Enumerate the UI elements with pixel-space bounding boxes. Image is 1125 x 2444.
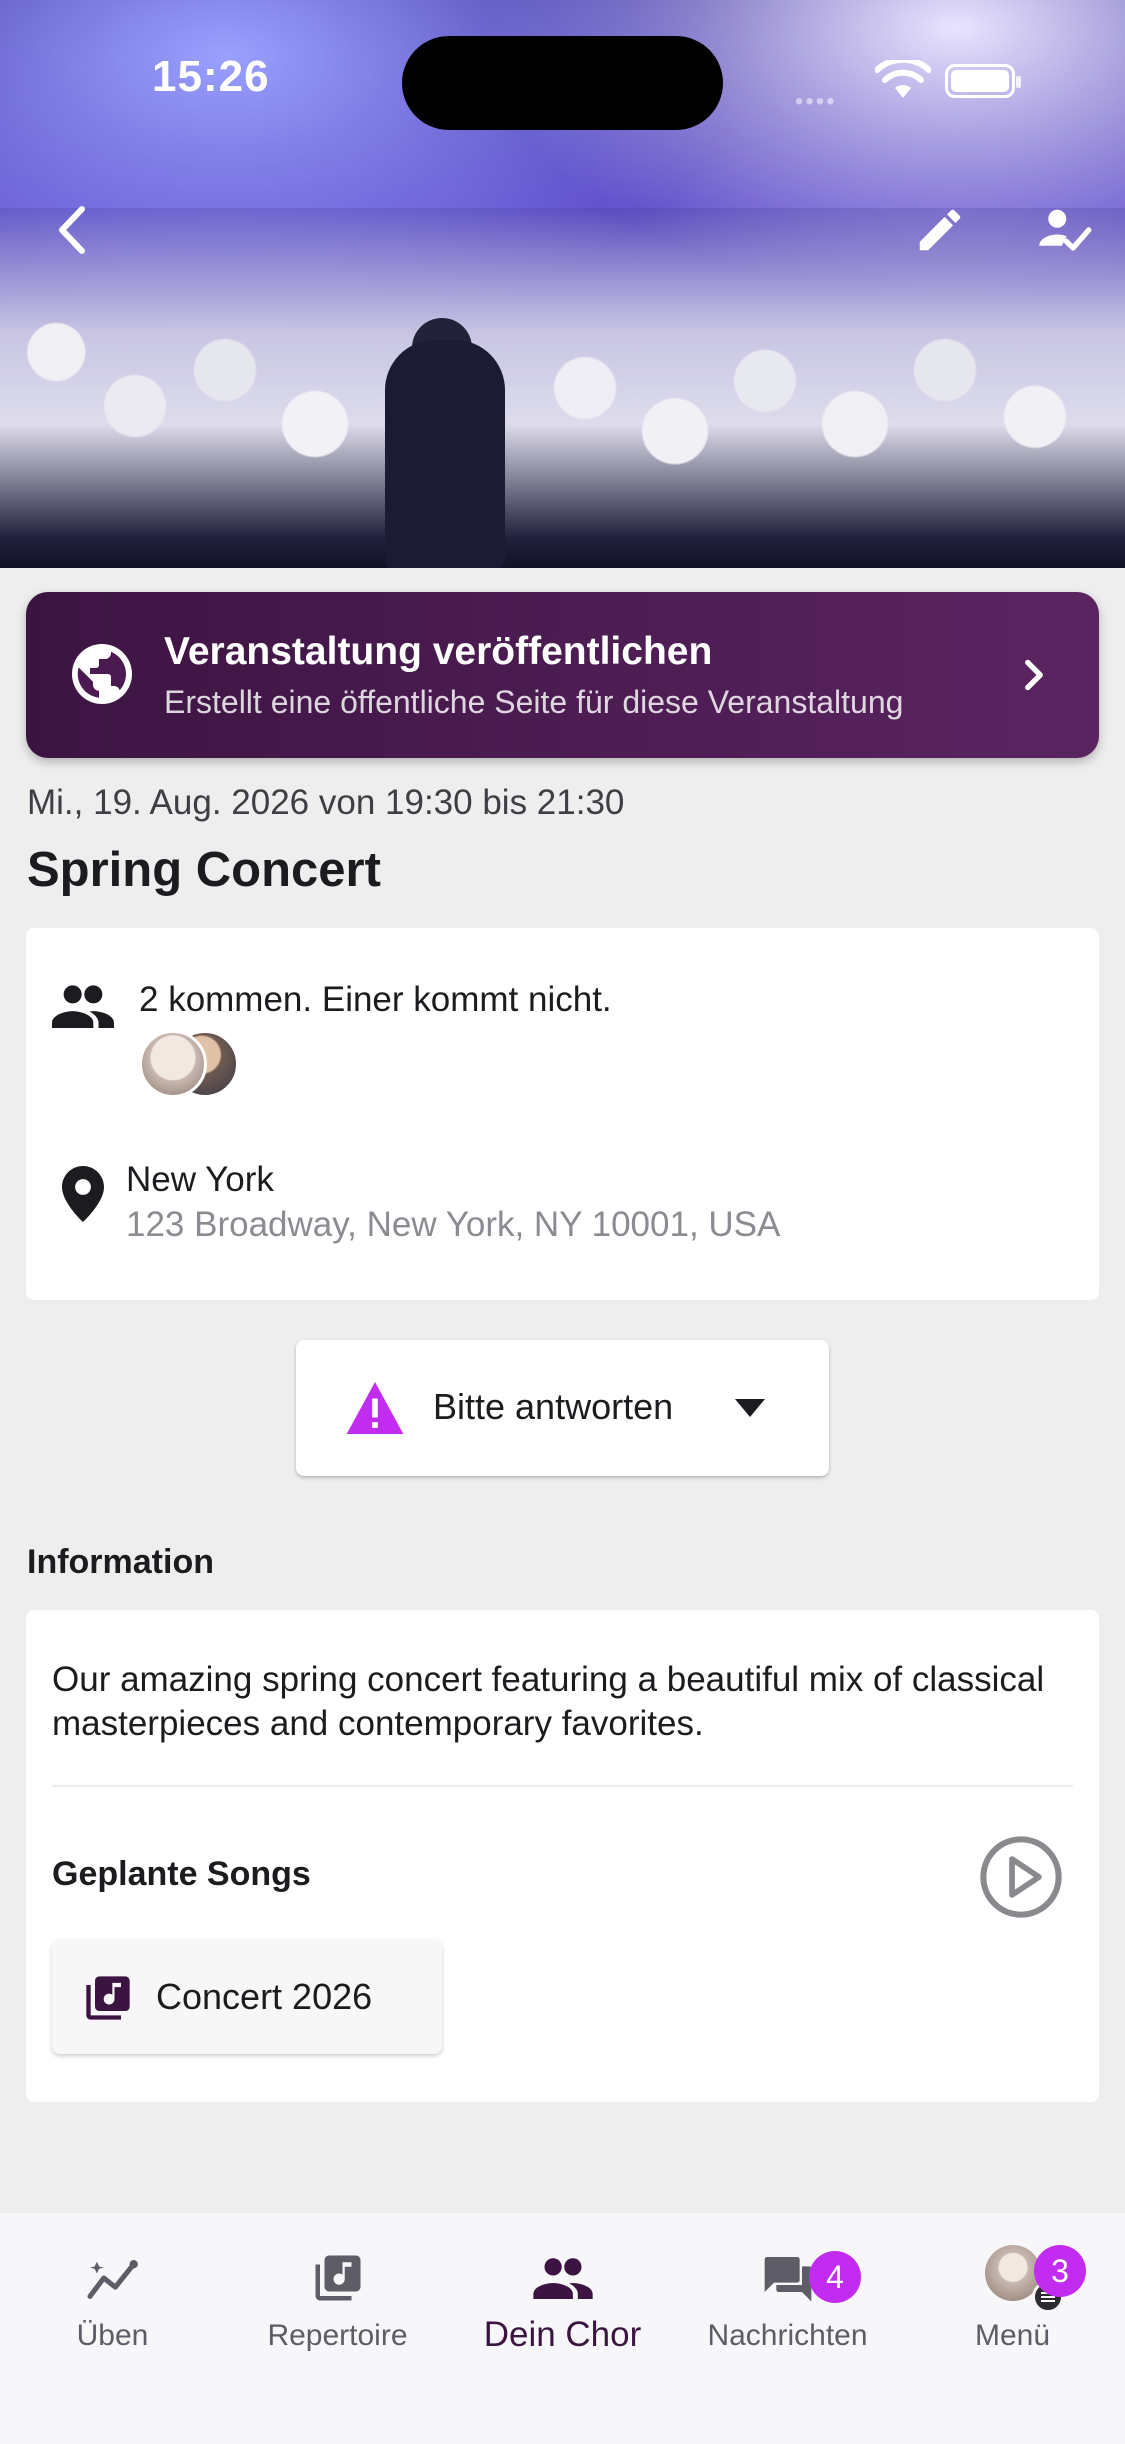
- nav-label: Menü: [974, 2319, 1051, 2352]
- publish-title: Veranstaltung veröffentlichen: [164, 630, 713, 673]
- location-address[interactable]: 123 Broadway, New York, NY 10001, USA: [126, 1205, 780, 1245]
- nav-label: Repertoire: [267, 2319, 408, 2352]
- caret-down-icon: [735, 1399, 765, 1417]
- music-library-icon: [308, 2251, 368, 2305]
- nav-label: Üben: [76, 2319, 149, 2352]
- edit-button[interactable]: [900, 190, 980, 270]
- nav-label: Dein Chor: [483, 2315, 642, 2354]
- music-library-icon: [86, 1976, 130, 2020]
- group-icon: [532, 2251, 593, 2305]
- play-circle-icon[interactable]: [978, 1834, 1064, 1920]
- group-icon: [52, 985, 114, 1028]
- divider: [52, 1785, 1073, 1787]
- person-check-icon: [1039, 209, 1092, 251]
- attendance-check-button[interactable]: [1024, 190, 1104, 270]
- planned-songs-heading: Geplante Songs: [52, 1855, 311, 1893]
- information-heading: Information: [27, 1543, 214, 1581]
- attendee-avatar[interactable]: [139, 1030, 207, 1098]
- nav-label: Nachrichten: [707, 2319, 868, 2352]
- trending-icon: [83, 2251, 143, 2305]
- back-button[interactable]: [32, 190, 112, 270]
- nav-item-menu[interactable]: 3 Menü: [900, 2231, 1125, 2361]
- dynamic-island: [402, 36, 723, 130]
- chevron-right-icon: [1025, 659, 1043, 691]
- location-name[interactable]: New York: [126, 1160, 274, 1200]
- location-pin-icon: [62, 1166, 104, 1222]
- nav-item-repertoire[interactable]: Repertoire: [225, 2231, 450, 2361]
- rsvp-label: Bitte antworten: [433, 1386, 674, 1427]
- event-date-time: Mi., 19. Aug. 2026 von 19:30 bis 21:30: [27, 783, 625, 822]
- warning-icon: [346, 1382, 404, 1434]
- event-details-card: 2 kommen. Einer kommt nicht. New York 12…: [26, 928, 1099, 1300]
- event-title: Spring Concert: [27, 843, 381, 897]
- globe-icon: [72, 644, 132, 704]
- nav-item-messages[interactable]: 4 Nachrichten: [675, 2231, 900, 2361]
- setlist-chip[interactable]: Concert 2026: [52, 1940, 442, 2054]
- conductor: [385, 340, 505, 568]
- publish-event-banner[interactable]: Veranstaltung veröffentlichen Erstellt e…: [26, 592, 1099, 758]
- rsvp-dropdown-button[interactable]: Bitte antworten: [296, 1340, 829, 1476]
- bottom-navigation: Üben Repertoire Dein Chor 4 Nachrichten …: [0, 2213, 1125, 2444]
- menu-badge: 3: [1034, 2245, 1086, 2297]
- signal-icon: ••••: [795, 88, 837, 115]
- battery-icon: [945, 64, 1021, 98]
- publish-subtitle: Erstellt eine öffentliche Seite für dies…: [164, 684, 904, 720]
- information-card: Our amazing spring concert featuring a b…: [26, 1610, 1099, 2102]
- nav-item-your-choir[interactable]: Dein Chor: [450, 2231, 675, 2361]
- event-description: Our amazing spring concert featuring a b…: [52, 1660, 1045, 1743]
- setlist-label: Concert 2026: [156, 1976, 373, 2017]
- attendance-summary[interactable]: 2 kommen. Einer kommt nicht.: [139, 980, 612, 1020]
- chevron-left-icon: [59, 206, 85, 254]
- nav-item-practice[interactable]: Üben: [0, 2231, 225, 2361]
- wifi-icon: [875, 60, 931, 98]
- messages-badge: 4: [809, 2251, 861, 2303]
- status-icons: ••••: [795, 60, 1025, 115]
- status-time: 15:26: [152, 52, 270, 101]
- pencil-icon: [919, 209, 961, 251]
